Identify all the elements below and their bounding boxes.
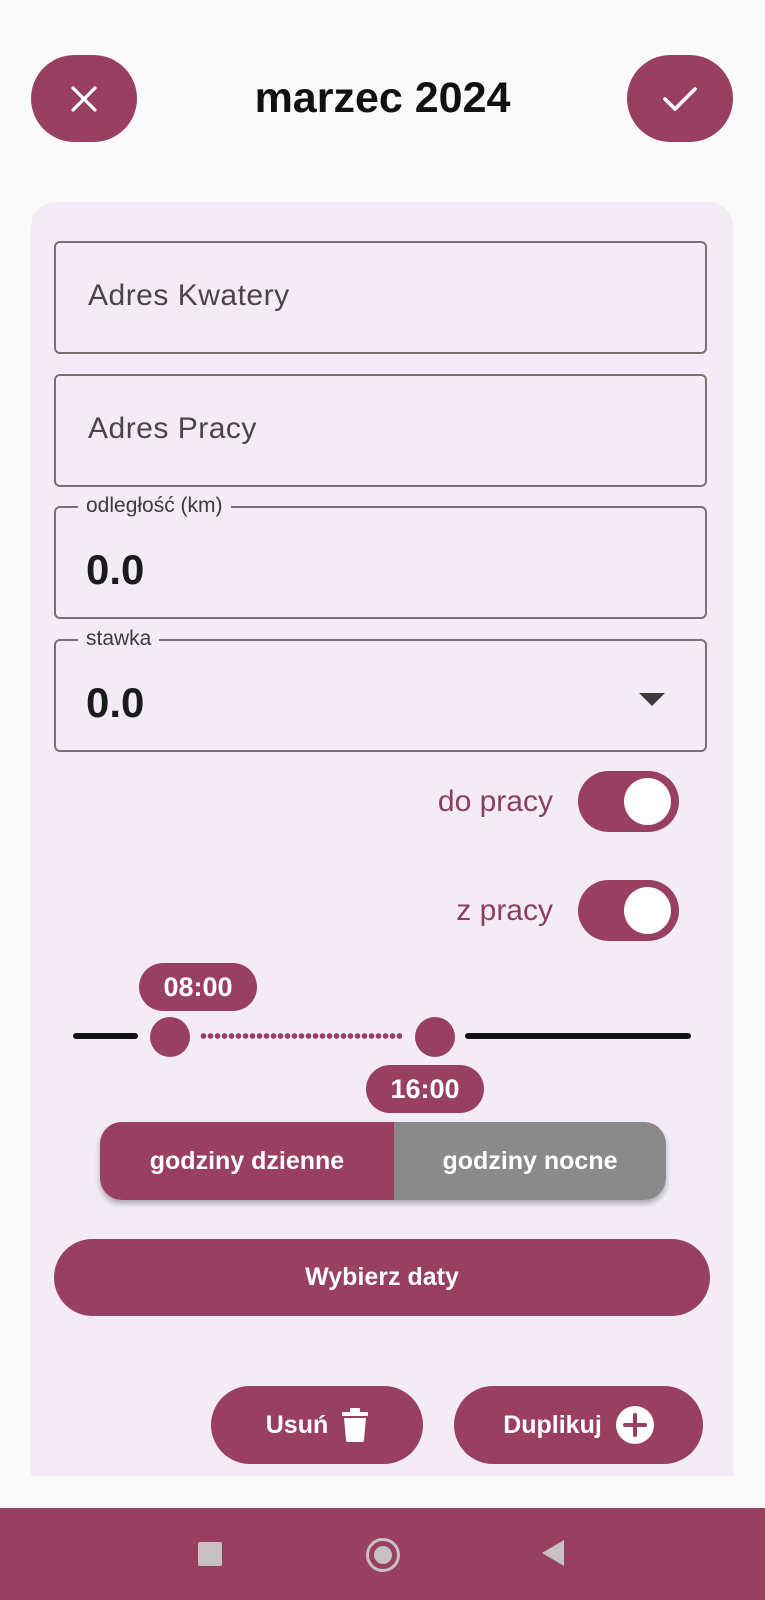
adres-pracy-input[interactable]: Adres Pracy bbox=[54, 374, 707, 487]
nav-square-icon[interactable] bbox=[198, 1542, 222, 1566]
dropdown-caret-icon bbox=[639, 693, 665, 706]
slider-track-left bbox=[73, 1033, 138, 1039]
do-pracy-label: do pracy bbox=[437, 785, 553, 818]
z-pracy-label: z pracy bbox=[456, 894, 553, 927]
hours-toggle: godziny dzienne godziny nocne bbox=[100, 1122, 666, 1200]
odleglosc-label: odległość (km) bbox=[78, 494, 231, 518]
delete-label: Usuń bbox=[265, 1410, 329, 1439]
start-time-thumb[interactable] bbox=[150, 1017, 190, 1057]
system-nav-bar bbox=[0, 1508, 765, 1600]
stawka-label: stawka bbox=[78, 627, 160, 651]
adres-kwatery-placeholder: Adres Kwatery bbox=[88, 279, 290, 312]
stawka-dropdown[interactable]: stawka 0.0 bbox=[54, 627, 707, 752]
switch-knob bbox=[624, 887, 671, 934]
trash-icon bbox=[342, 1408, 369, 1442]
choose-dates-label: Wybierz daty bbox=[305, 1263, 459, 1291]
duplicate-button[interactable]: Duplikuj bbox=[454, 1386, 703, 1464]
nav-circle-icon[interactable] bbox=[366, 1538, 400, 1572]
plus-circle-icon bbox=[615, 1406, 654, 1444]
do-pracy-switch[interactable] bbox=[578, 771, 679, 832]
end-time-bubble: 16:00 bbox=[366, 1065, 484, 1113]
choose-dates-button[interactable]: Wybierz daty bbox=[54, 1239, 710, 1316]
switch-knob bbox=[624, 778, 671, 825]
check-icon bbox=[663, 86, 697, 111]
day-hours-option[interactable]: godziny dzienne bbox=[100, 1122, 394, 1200]
slider-track-right bbox=[465, 1033, 691, 1039]
start-time-bubble: 08:00 bbox=[139, 963, 257, 1011]
z-pracy-switch[interactable] bbox=[578, 880, 679, 941]
odleglosc-value: 0.0 bbox=[86, 546, 145, 593]
delete-button[interactable]: Usuń bbox=[211, 1386, 423, 1464]
slider-active-range bbox=[200, 1032, 402, 1040]
nav-back-icon[interactable] bbox=[542, 1540, 564, 1566]
duplicate-label: Duplikuj bbox=[503, 1410, 602, 1439]
adres-pracy-placeholder: Adres Pracy bbox=[88, 412, 257, 445]
end-time-thumb[interactable] bbox=[415, 1017, 455, 1057]
confirm-button[interactable] bbox=[627, 55, 733, 142]
night-hours-option[interactable]: godziny nocne bbox=[394, 1122, 666, 1200]
odleglosc-input[interactable]: odległość (km) 0.0 bbox=[54, 494, 707, 619]
adres-kwatery-input[interactable]: Adres Kwatery bbox=[54, 241, 707, 354]
stawka-value: 0.0 bbox=[86, 679, 145, 726]
